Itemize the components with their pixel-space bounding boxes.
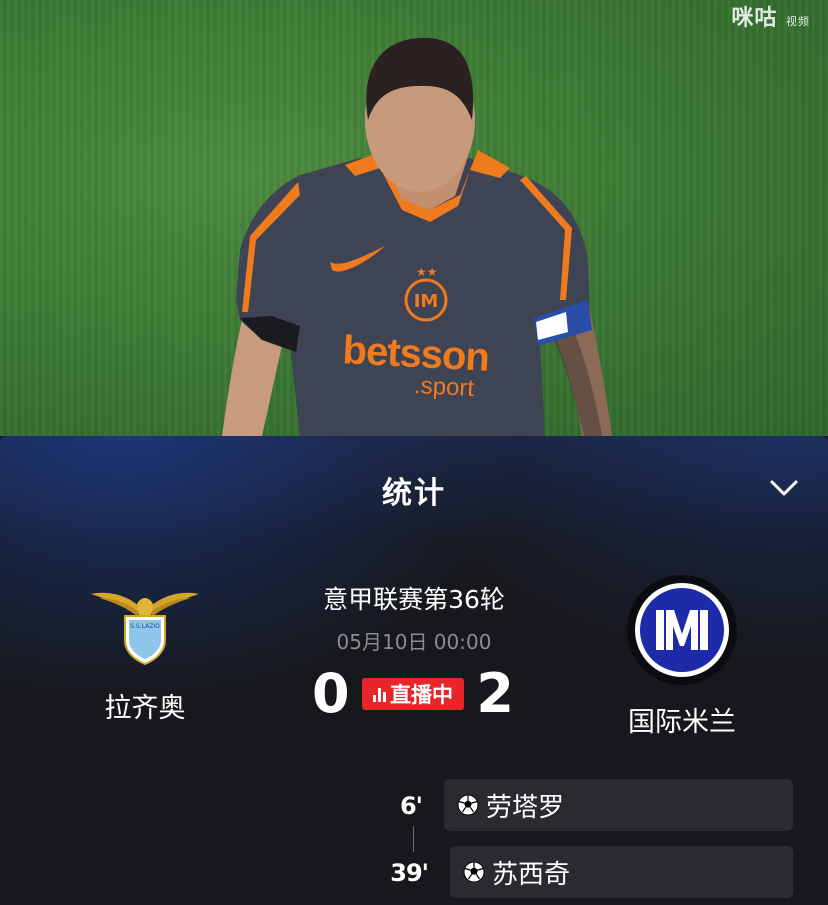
match-datetime: 05月10日 00:00 <box>336 630 492 654</box>
timeline-connector <box>413 826 414 852</box>
svg-text:S.S.LAZIO: S.S.LAZIO <box>130 623 160 630</box>
svg-text:IM: IM <box>414 291 439 312</box>
jersey-sponsor-main: betsson <box>341 328 491 380</box>
goal-scorer: 劳塔罗 <box>486 792 565 823</box>
watermark-sub: 视频 <box>786 15 810 28</box>
match-page: ★★ IM betsson .sport 咪咕 视频 统计 S.S.LAZIO … <box>0 0 828 905</box>
broadcaster-watermark: 咪咕 视频 <box>731 0 810 32</box>
video-player[interactable]: ★★ IM betsson .sport 咪咕 视频 <box>0 0 828 436</box>
home-score: 0 <box>312 662 350 725</box>
svg-text:★★: ★★ <box>416 265 438 279</box>
watermark-text: 咪咕 <box>731 6 778 31</box>
goal-scorer: 苏西奇 <box>492 859 571 890</box>
inter-logo <box>627 575 737 685</box>
goal-minute: 6' <box>399 792 423 820</box>
scoreboard: 0 直播中 2 <box>264 661 564 727</box>
lazio-logo: S.S.LAZIO <box>91 592 199 666</box>
live-bars-icon <box>373 686 386 702</box>
stats-panel: 统计 S.S.LAZIO 拉齐奥 意甲联赛第36轮 05月10日 00:00 0… <box>0 436 828 905</box>
soccer-ball-icon <box>457 794 479 816</box>
goal-event-card[interactable]: 劳塔罗 <box>444 779 793 831</box>
panel-title: 统计 <box>382 476 446 511</box>
goal-minute: 39' <box>390 859 429 887</box>
home-team[interactable]: S.S.LAZIO 拉齐奥 <box>45 586 245 725</box>
live-label: 直播中 <box>390 683 453 707</box>
competition-label: 意甲联赛第36轮 <box>323 585 505 614</box>
live-badge[interactable]: 直播中 <box>362 678 464 710</box>
home-team-name: 拉齐奥 <box>104 693 186 724</box>
jersey-sponsor: betsson .sport <box>340 328 491 402</box>
soccer-ball-icon <box>463 861 485 883</box>
away-score: 2 <box>476 662 514 725</box>
away-team[interactable]: 国际米兰 <box>582 574 782 739</box>
goal-event-card[interactable]: 苏西奇 <box>450 846 793 898</box>
chevron-down-icon <box>770 480 798 496</box>
collapse-button[interactable] <box>768 472 800 504</box>
match-info: 意甲联赛第36轮 05月10日 00:00 <box>264 580 564 655</box>
away-team-name: 国际米兰 <box>628 707 736 738</box>
